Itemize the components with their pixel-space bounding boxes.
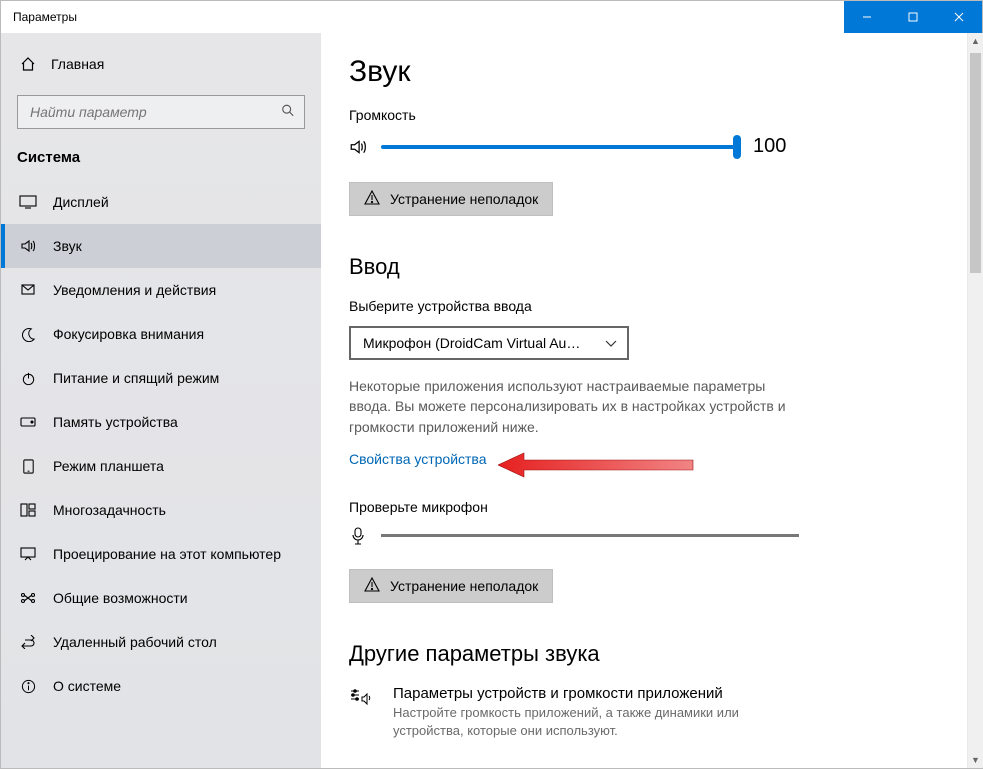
scroll-down-button[interactable]: ▼	[968, 752, 983, 768]
storage-icon	[19, 413, 37, 431]
microphone-icon	[349, 527, 367, 545]
search-input[interactable]	[17, 95, 305, 129]
app-volume-item[interactable]: Параметры устройств и громкости приложен…	[349, 685, 954, 740]
window-title: Параметры	[1, 10, 77, 24]
button-label: Устранение неполадок	[390, 578, 538, 594]
select-value: Микрофон (DroidCam Virtual Au…	[363, 335, 580, 351]
sidebar-item-sound[interactable]: Звук	[1, 224, 321, 268]
volume-value: 100	[753, 135, 789, 158]
sidebar-item-shared[interactable]: Общие возможности	[1, 576, 321, 620]
volume-slider-thumb[interactable]	[733, 135, 741, 159]
input-device-select[interactable]: Микрофон (DroidCam Virtual Au…	[349, 326, 629, 360]
multitask-icon	[19, 501, 37, 519]
titlebar: Параметры	[1, 1, 982, 33]
input-heading: Ввод	[349, 254, 954, 280]
sidebar-item-tablet[interactable]: Режим планшета	[1, 444, 321, 488]
sidebar: Главная Система Дисплей Звук	[1, 33, 321, 768]
warning-icon	[364, 577, 380, 595]
home-icon	[19, 55, 37, 73]
sound-icon	[19, 237, 37, 255]
minimize-button[interactable]	[844, 1, 890, 33]
sidebar-item-label: Дисплей	[53, 194, 109, 210]
input-select-label: Выберите устройства ввода	[349, 298, 954, 314]
sidebar-item-label: Проецирование на этот компьютер	[53, 546, 281, 562]
mic-level-meter	[381, 534, 799, 537]
other-heading: Другие параметры звука	[349, 641, 954, 667]
info-icon	[19, 677, 37, 695]
maximize-button[interactable]	[890, 1, 936, 33]
sidebar-item-about[interactable]: О системе	[1, 664, 321, 708]
sidebar-item-storage[interactable]: Память устройства	[1, 400, 321, 444]
sidebar-item-label: Режим планшета	[53, 458, 164, 474]
moon-icon	[19, 325, 37, 343]
sidebar-item-focus[interactable]: Фокусировка внимания	[1, 312, 321, 356]
app-volume-title: Параметры устройств и громкости приложен…	[393, 685, 813, 702]
sidebar-item-remote[interactable]: Удаленный рабочий стол	[1, 620, 321, 664]
sidebar-item-power[interactable]: Питание и спящий режим	[1, 356, 321, 400]
close-button[interactable]	[936, 1, 982, 33]
device-properties-link[interactable]: Свойства устройства	[349, 451, 487, 467]
search-icon	[281, 104, 295, 121]
power-icon	[19, 369, 37, 387]
shared-icon	[19, 589, 37, 607]
volume-slider[interactable]	[381, 145, 739, 149]
volume-label: Громкость	[349, 107, 954, 123]
sidebar-item-label: Удаленный рабочий стол	[53, 634, 217, 650]
warning-icon	[364, 190, 380, 208]
notifications-icon	[19, 281, 37, 299]
sidebar-item-label: Память устройства	[53, 414, 178, 430]
sidebar-item-notifications[interactable]: Уведомления и действия	[1, 268, 321, 312]
sidebar-item-label: Звук	[53, 238, 82, 254]
sidebar-item-display[interactable]: Дисплей	[1, 180, 321, 224]
app-volume-icon	[349, 685, 375, 712]
sidebar-item-projecting[interactable]: Проецирование на этот компьютер	[1, 532, 321, 576]
scroll-thumb[interactable]	[970, 53, 981, 273]
sidebar-item-label: Общие возможности	[53, 590, 188, 606]
app-volume-desc: Настройте громкость приложений, а также …	[393, 704, 813, 740]
mic-test-label: Проверьте микрофон	[349, 499, 954, 515]
speaker-icon	[349, 138, 367, 156]
project-icon	[19, 545, 37, 563]
sidebar-item-label: О системе	[53, 678, 121, 694]
sidebar-item-label: Фокусировка внимания	[53, 326, 204, 342]
sidebar-home[interactable]: Главная	[1, 43, 321, 85]
sidebar-item-label: Питание и спящий режим	[53, 370, 219, 386]
tablet-icon	[19, 457, 37, 475]
sidebar-item-label: Многозадачность	[53, 502, 166, 518]
page-title: Звук	[349, 55, 954, 89]
chevron-down-icon	[605, 335, 617, 351]
sidebar-item-label: Уведомления и действия	[53, 282, 216, 298]
troubleshoot-input-button[interactable]: Устранение неполадок	[349, 569, 553, 603]
display-icon	[19, 193, 37, 211]
vertical-scrollbar[interactable]: ▲ ▼	[967, 33, 983, 768]
content-area: Звук Громкость 100 Устранение неполадок …	[321, 33, 982, 768]
input-description: Некоторые приложения используют настраив…	[349, 376, 799, 437]
sidebar-item-multitask[interactable]: Многозадачность	[1, 488, 321, 532]
remote-icon	[19, 633, 37, 651]
troubleshoot-output-button[interactable]: Устранение неполадок	[349, 182, 553, 216]
sidebar-home-label: Главная	[51, 56, 104, 72]
button-label: Устранение неполадок	[390, 191, 538, 207]
scroll-up-button[interactable]: ▲	[968, 33, 983, 49]
sidebar-group-title: Система	[1, 143, 321, 180]
